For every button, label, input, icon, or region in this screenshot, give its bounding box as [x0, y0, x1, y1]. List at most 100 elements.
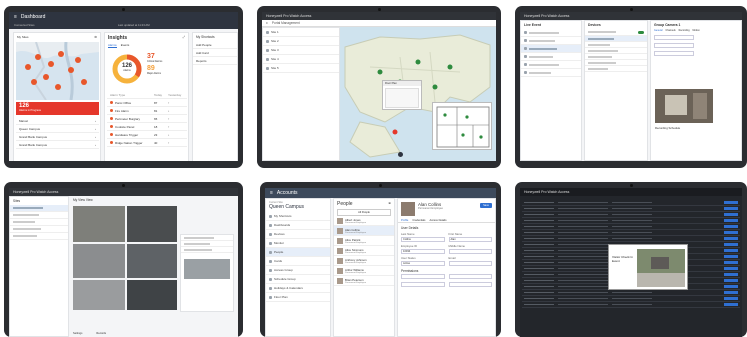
list-item[interactable]	[10, 226, 68, 233]
permission-field[interactable]	[401, 274, 445, 279]
list-item[interactable]	[521, 29, 581, 37]
visitor-popup[interactable]: Visitor Check In Event	[608, 244, 688, 290]
table-row[interactable]: Hardware Trigger 23 ↓	[107, 131, 187, 139]
sidebar-item[interactable]: Floor Plan	[266, 293, 330, 302]
event-thumbnail[interactable]	[184, 259, 230, 279]
action-button[interactable]	[724, 249, 738, 252]
toggle-switch[interactable]	[638, 30, 644, 34]
action-button[interactable]	[724, 273, 738, 276]
tab-recording[interactable]: Recording	[679, 29, 690, 32]
action-button[interactable]	[724, 201, 738, 204]
tab-events[interactable]: Events	[121, 43, 130, 48]
action-button[interactable]	[724, 213, 738, 216]
site-row[interactable]: Grand Bank Campus ›	[16, 133, 99, 141]
shortcut-item[interactable]: Add Card	[193, 49, 237, 57]
action-button[interactable]	[724, 285, 738, 288]
search-tab[interactable]: All People	[337, 209, 391, 216]
site-row[interactable]: Queen Campus ›	[16, 125, 99, 133]
us-map[interactable]: Floor Plan	[340, 27, 496, 161]
action-button[interactable]	[724, 225, 738, 228]
list-item[interactable]: Site 2	[263, 37, 339, 46]
list-item[interactable]: Site 1	[263, 28, 339, 37]
sidebar-item[interactable]: Cards	[266, 257, 330, 266]
footer-settings[interactable]: Settings	[73, 332, 82, 335]
table-row[interactable]	[522, 302, 740, 308]
sidebar-item[interactable]: Holidays & Calendars	[266, 284, 330, 293]
sidebar-item[interactable]: My Shortcuts	[266, 212, 330, 221]
sites-map[interactable]	[16, 41, 99, 101]
text-input[interactable]	[448, 261, 492, 266]
action-button[interactable]	[724, 255, 738, 258]
footer-records[interactable]: Records	[96, 332, 106, 335]
list-item[interactable]	[521, 69, 581, 77]
action-button[interactable]	[724, 219, 738, 222]
tab-channels[interactable]: Channels	[666, 29, 676, 32]
list-item[interactable]	[181, 247, 233, 253]
list-item[interactable]	[585, 29, 647, 36]
list-item[interactable]: Site 4	[263, 55, 339, 64]
list-item[interactable]: Site 5	[263, 64, 339, 73]
action-button[interactable]	[724, 303, 738, 306]
save-button[interactable]: Save	[480, 203, 492, 208]
action-button[interactable]	[724, 261, 738, 264]
list-item[interactable]	[521, 37, 581, 45]
permission-field[interactable]	[448, 282, 492, 287]
tab-profile[interactable]: Profile	[401, 219, 408, 222]
camera-feed-1[interactable]	[73, 206, 125, 242]
action-button[interactable]	[724, 243, 738, 246]
list-item[interactable]: Brian Peterson Permanent Employee	[334, 276, 394, 286]
action-button[interactable]	[724, 279, 738, 282]
sidebar-item[interactable]: Access Group	[266, 266, 330, 275]
list-item[interactable]: Arthur Williams Permanent Employee	[334, 266, 394, 276]
settings-icon[interactable]: ⚙	[94, 35, 97, 39]
table-row[interactable]: Fire Alarm 81 ↓	[107, 107, 187, 115]
camera-feed-4[interactable]	[127, 244, 177, 278]
list-item[interactable]	[10, 233, 68, 240]
map-pin-icon[interactable]	[398, 152, 403, 157]
list-item[interactable]	[521, 61, 581, 69]
port-field[interactable]	[654, 51, 694, 56]
table-row[interactable]: Coolsite Panel 18 ↑	[107, 123, 187, 131]
permission-field[interactable]	[448, 274, 492, 279]
visitor-snapshot[interactable]	[637, 249, 685, 287]
list-item[interactable]	[585, 66, 647, 72]
sidebar-item[interactable]: Dashboards	[266, 221, 330, 230]
alarm-banner[interactable]: 126 Alarms in Progress	[16, 102, 99, 115]
shortcut-item[interactable]: Add People	[193, 41, 237, 49]
menu-icon[interactable]: ≡	[266, 21, 268, 25]
list-item[interactable]: Alice Patrick Permanent Employee	[334, 236, 394, 246]
list-item[interactable]	[521, 53, 581, 61]
add-icon[interactable]: ⊕	[388, 201, 391, 207]
list-item[interactable]	[10, 205, 68, 212]
list-item[interactable]: Alice Simmons Permanent Employee	[334, 246, 394, 256]
sidebar-item[interactable]: People	[266, 248, 330, 257]
tab-general[interactable]: General	[654, 29, 663, 32]
camera-feed-5[interactable]	[73, 280, 125, 310]
floorplan-popup[interactable]: Floor Plan	[382, 80, 422, 110]
camera-feed-3[interactable]	[73, 244, 125, 278]
list-item[interactable]	[10, 212, 68, 219]
list-item[interactable]: Albert Jones Permanent Employee	[334, 216, 394, 226]
sidebar-item[interactable]: Monitor	[266, 239, 330, 248]
menu-icon[interactable]: ≡	[14, 14, 17, 20]
permission-field[interactable]	[401, 282, 445, 287]
action-button[interactable]	[724, 291, 738, 294]
action-button[interactable]	[724, 297, 738, 300]
list-item[interactable]: Anthony Johnson Permanent Employee	[334, 256, 394, 266]
tab-alarms[interactable]: Alarms	[108, 43, 117, 48]
list-item[interactable]	[521, 45, 581, 53]
table-row[interactable]: Perimeter Burglary 65 ↑	[107, 115, 187, 123]
action-button[interactable]	[724, 207, 738, 210]
shortcut-item[interactable]: Reports	[193, 57, 237, 65]
tab-credentials[interactable]: Credentials	[412, 219, 425, 222]
camera-preview[interactable]	[655, 89, 713, 123]
ip-field[interactable]	[654, 43, 694, 48]
menu-icon[interactable]: ≡	[270, 190, 273, 196]
tab-access-details[interactable]: Access Details	[429, 219, 446, 222]
text-input[interactable]: Active	[401, 261, 445, 266]
tab-motion[interactable]: Motion	[693, 29, 700, 32]
list-item[interactable]: Site 3	[263, 46, 339, 55]
table-row[interactable]: Ridge Nation Trigger 40 ↑	[107, 139, 187, 147]
camera-feed-2[interactable]	[127, 206, 177, 242]
action-button[interactable]	[724, 237, 738, 240]
